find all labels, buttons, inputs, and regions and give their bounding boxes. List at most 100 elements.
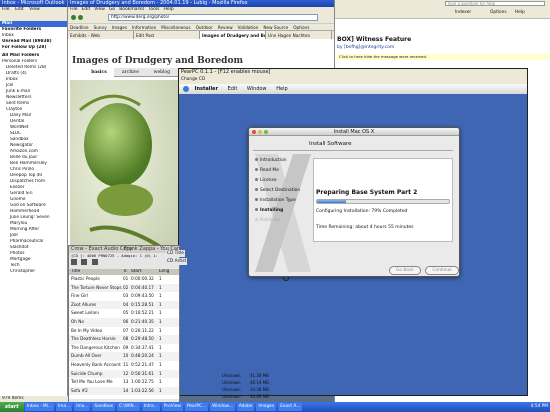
- forward-icon[interactable]: [78, 15, 83, 20]
- cd-artist-label: CD Artist: [166, 258, 188, 265]
- tab-item[interactable]: Images of Drudgery and Bo: [200, 31, 266, 39]
- track-cell: 10: [123, 353, 129, 359]
- zoom-icon[interactable]: [264, 130, 268, 134]
- step-label: Select Destination: [260, 188, 301, 193]
- eject-icon[interactable]: [91, 259, 98, 265]
- continue-button[interactable]: Continue: [425, 266, 459, 275]
- menu-help[interactable]: Help: [276, 86, 287, 92]
- install-step: Installing: [255, 206, 300, 216]
- start-button[interactable]: start: [0, 402, 24, 412]
- firefox-menu-help[interactable]: Help: [163, 7, 173, 12]
- change-cd-button[interactable]: Change CD: [181, 77, 205, 82]
- track-cell: 0:00:00.32: [131, 276, 154, 281]
- bookmark-item[interactable]: Deadline: [70, 25, 89, 30]
- track-cell: 1: [159, 344, 162, 350]
- track-cell: 1: [159, 370, 162, 376]
- nav-weblog[interactable]: weblog: [147, 68, 177, 77]
- task-button[interactable]: Exact A...: [278, 402, 303, 411]
- track-row[interactable]: Heavenly Bank Account 11 0:52:21.47 1: [69, 361, 179, 370]
- task-button[interactable]: Sandbox: [92, 402, 115, 411]
- nav-archive[interactable]: archive: [115, 68, 145, 77]
- menu-installer[interactable]: Installer: [195, 86, 218, 92]
- bookmark-item[interactable]: Images: [112, 25, 127, 30]
- task-button[interactable]: Ima...: [74, 402, 91, 411]
- track-row[interactable]: Fine Girl 03 0:09:43.50 1: [69, 292, 179, 301]
- task-button[interactable]: C:\WIN...: [117, 402, 140, 411]
- close-icon[interactable]: [252, 130, 256, 134]
- outlook-menu-edit[interactable]: Edit: [15, 7, 24, 12]
- track-cell: 1: [159, 327, 162, 333]
- track-row[interactable]: Sweet Leilani 05 0:16:52.21 1: [69, 309, 179, 318]
- size-value: 41.28 MB: [250, 373, 269, 378]
- bookmark-item[interactable]: Review: [218, 25, 233, 30]
- firefox-menu-file[interactable]: File: [70, 7, 78, 12]
- tab-item[interactable]: Exhibits - Web: [68, 31, 134, 39]
- firefox-menu-tools[interactable]: Tools: [148, 7, 159, 12]
- firefox-menu-bookmarks[interactable]: Bookmarks: [119, 7, 144, 12]
- track-row[interactable]: Be In My Video 07 0:26:11.22 1: [69, 327, 179, 336]
- options-button[interactable]: Options: [490, 10, 507, 15]
- track-cell: Sofa #2: [71, 387, 88, 393]
- bookmark-item[interactable]: New Source: [263, 25, 288, 30]
- go-back-button[interactable]: Go Back: [389, 266, 421, 275]
- firefox-menu-go[interactable]: Go: [109, 7, 115, 12]
- col-length[interactable]: Leng: [159, 269, 169, 274]
- task-button[interactable]: Intra...: [141, 402, 160, 411]
- track-cell: 14: [123, 387, 129, 393]
- track-cell: 1: [159, 284, 162, 290]
- bookmark-item[interactable]: Information: [132, 25, 156, 30]
- folder-item[interactable]: Christopher: [0, 269, 67, 275]
- track-cell: 0:48:20.24: [131, 353, 154, 359]
- track-row[interactable]: Sofa #2 14 1:03:22.56 1: [69, 386, 179, 396]
- play-icon[interactable]: [71, 259, 77, 265]
- outlook-menu-view[interactable]: View: [29, 7, 40, 12]
- favorite-followup[interactable]: For Follow Up (28): [0, 45, 67, 51]
- task-button[interactable]: Images: [256, 402, 277, 411]
- progress-fill: [317, 200, 347, 203]
- firefox-menu-view[interactable]: View: [94, 7, 105, 12]
- installer-dialog: Install Mac OS X Install Software Introd…: [248, 127, 460, 277]
- bookmark-item[interactable]: Validation: [238, 25, 259, 30]
- address-bar[interactable]: http://www.derg.org/photo/: [108, 14, 318, 21]
- track-cell: 08: [123, 336, 129, 342]
- minimize-icon[interactable]: [258, 130, 262, 134]
- track-row[interactable]: The Torture Never Stops02 0:04:40.17 1: [69, 283, 179, 293]
- track-row[interactable]: Oh No 06 0:21:40.35 1: [69, 317, 179, 327]
- feature-sender[interactable]: by [befhg]@integrity.com: [337, 45, 394, 50]
- tab-item[interactable]: Unn Hagen Nachten: [266, 31, 332, 39]
- bookmark-item[interactable]: Outdoor: [196, 25, 213, 30]
- task-button[interactable]: Adobe: [236, 402, 255, 411]
- nav-basics[interactable]: basics: [84, 68, 114, 77]
- menu-edit[interactable]: Edit: [228, 86, 238, 92]
- firefox-menu-edit[interactable]: Edit: [82, 7, 91, 12]
- help-search-input[interactable]: Type a question for help: [445, 1, 545, 6]
- track-row[interactable]: Plastic People 01 0:00:00.32 1: [69, 275, 179, 284]
- task-button[interactable]: ProView: [161, 402, 183, 411]
- track-row[interactable]: Suicide Chump 12 0:56:31.61 1: [69, 369, 179, 379]
- bookmark-item[interactable]: Options: [293, 25, 309, 30]
- bookmark-item[interactable]: Sunny: [94, 25, 107, 30]
- task-button[interactable]: Ima...: [56, 402, 73, 411]
- tab-item[interactable]: Edit Post: [134, 31, 200, 39]
- stop-icon[interactable]: [81, 259, 88, 265]
- track-row[interactable]: Zoot Allures 04 0:15:28.51 1: [69, 300, 179, 310]
- menu-window[interactable]: Window: [247, 86, 267, 92]
- back-icon[interactable]: [71, 15, 76, 20]
- track-row[interactable]: Dumb All Over 10 0:48:20.24 1: [69, 352, 179, 361]
- indexer-button[interactable]: Indexer: [455, 10, 471, 15]
- task-button[interactable]: Inbox - Mi...: [24, 402, 55, 411]
- size-row: Unknown 34.38 MB: [222, 386, 269, 393]
- task-button[interactable]: PearPC...: [184, 402, 209, 411]
- step-bullet-icon: [255, 198, 258, 201]
- track-row[interactable]: The Dangerous Kitchen 09 0:34:37.41 1: [69, 344, 179, 353]
- track-row[interactable]: The Deathless Horsie 08 0:29:48.50 1: [69, 335, 179, 344]
- track-cell: The Torture Never Stops: [71, 284, 122, 290]
- outlook-menu-file[interactable]: File: [2, 7, 10, 12]
- track-row[interactable]: Tell Me You Love Me 13 1:00:22.75 1: [69, 378, 179, 387]
- info-bar[interactable]: Click to here hide the message were rece…: [337, 54, 549, 60]
- size-row: Unknown 41.28 MB: [222, 372, 269, 379]
- apple-icon[interactable]: [183, 85, 189, 92]
- task-button[interactable]: Window...: [210, 402, 235, 411]
- help-button[interactable]: Help: [515, 10, 525, 15]
- bookmark-item[interactable]: Miscellaneous: [161, 25, 190, 30]
